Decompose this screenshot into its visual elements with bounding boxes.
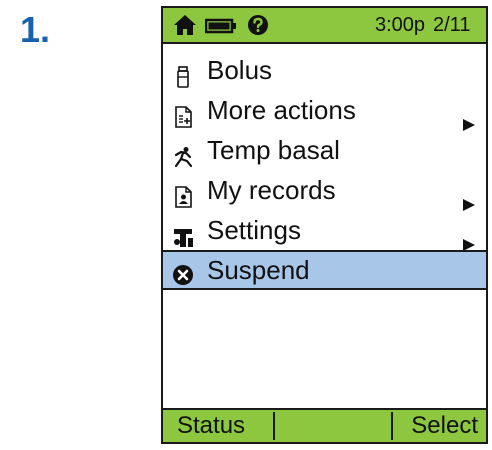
menu-item-label: Settings <box>207 215 301 245</box>
softkey-divider <box>391 412 393 440</box>
menu-item-temp-basal[interactable]: Temp basal <box>163 130 486 170</box>
menu-item-my-records[interactable]: My records <box>163 170 486 211</box>
submenu-arrow-icon <box>462 183 476 211</box>
menu-item-bolus[interactable]: Bolus <box>163 50 486 90</box>
status-bar: 3:00p 2/11 <box>163 8 486 44</box>
menu-item-label: My records <box>207 175 336 205</box>
menu-item-more-actions[interactable]: More actions <box>163 90 486 131</box>
step-number: 1. <box>20 9 51 50</box>
select-softkey[interactable]: Select <box>411 410 478 442</box>
help-icon[interactable] <box>247 14 269 41</box>
main-menu: Bolus More actions Temp basal My records… <box>163 50 486 290</box>
records-icon <box>172 179 194 208</box>
softkey-bar: Status Select <box>163 408 486 442</box>
menu-item-label: Suspend <box>207 255 310 285</box>
submenu-arrow-icon <box>462 223 476 251</box>
page-indicator: 2/11 <box>433 14 471 36</box>
home-icon[interactable] <box>173 14 197 41</box>
menu-item-settings[interactable]: Settings <box>163 210 486 251</box>
suspend-icon <box>172 259 194 285</box>
status-softkey[interactable]: Status <box>177 410 245 442</box>
device-screen: 3:00p 2/11 Bolus More actions Temp basal… <box>161 6 488 444</box>
menu-item-suspend[interactable]: Suspend <box>163 250 486 290</box>
clock-time: 3:00p <box>375 14 426 36</box>
softkey-divider <box>273 412 275 440</box>
settings-icon <box>172 219 194 247</box>
runner-icon <box>172 139 194 168</box>
vial-icon <box>172 59 194 88</box>
menu-item-label: Temp basal <box>207 135 340 165</box>
menu-item-label: More actions <box>207 95 356 125</box>
submenu-arrow-icon <box>462 103 476 131</box>
menu-item-label: Bolus <box>207 55 273 85</box>
document-icon <box>172 99 194 128</box>
battery-icon <box>204 18 237 39</box>
